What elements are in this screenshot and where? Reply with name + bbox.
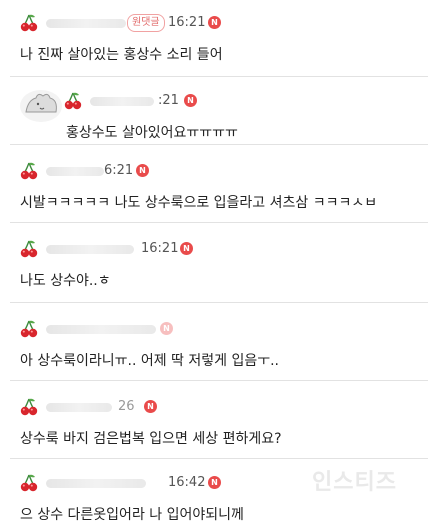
nickname-blurred — [46, 245, 134, 254]
nickname-blurred — [46, 19, 126, 28]
divider — [10, 222, 428, 223]
new-badge-icon: N — [208, 16, 221, 29]
comment-1: 원댓글 16:21 N 나 진짜 살아있는 홍상수 소리 들어 — [10, 4, 428, 64]
comment-time: 16:21 — [141, 241, 179, 256]
comment-meta: 원댓글 16:21 N — [20, 12, 418, 34]
nickname-blurred — [90, 97, 154, 106]
new-badge-icon: N — [144, 400, 157, 413]
comment-2: :21 N 홍상수도 살아있어요ㅠㅠㅠㅠ — [10, 82, 428, 142]
nickname-blurred — [46, 403, 112, 412]
cherry-avatar-icon[interactable] — [20, 162, 38, 180]
comment-time: 16:21 — [168, 15, 206, 30]
comment-5: N 아 상수룩이라니ㅠ.. 어제 딱 저렇게 입음ㅜ.. — [10, 310, 428, 370]
nickname-blurred — [46, 479, 146, 488]
comment-text: 상수룩 바지 검은법복 입으면 세상 편하게요? — [20, 431, 282, 447]
nickname-blurred — [46, 325, 156, 334]
comment-time: 26 — [118, 399, 135, 414]
comment-4: 16:21 N 나도 상수야..ㅎ — [10, 230, 428, 290]
comment-meta: :21 N — [20, 90, 418, 122]
comment-text: 시발ㅋㅋㅋㅋㅋ 나도 상수룩으로 입을라고 셔츠삼 ㅋㅋㅋㅅㅂ — [20, 195, 378, 211]
divider — [10, 76, 428, 77]
new-badge-icon: N — [160, 322, 173, 335]
comment-3: 6:21 N 시발ㅋㅋㅋㅋㅋ 나도 상수룩으로 입을라고 셔츠삼 ㅋㅋㅋㅅㅂ — [10, 152, 428, 212]
cherry-avatar-icon[interactable] — [20, 14, 38, 32]
divider — [10, 144, 428, 145]
cherry-avatar-icon[interactable] — [20, 320, 38, 338]
comment-meta: 26 N — [20, 396, 418, 418]
comment-text: 나도 상수야..ㅎ — [20, 273, 111, 289]
divider — [10, 458, 428, 459]
divider — [10, 302, 428, 303]
comment-text: 으 상수 다른옷입어라 나 입어야되니께 — [20, 507, 244, 523]
comment-time: 16:42 — [168, 475, 206, 490]
comment-meta: 6:21 N — [20, 160, 418, 182]
comment-meta: N — [20, 318, 418, 340]
cherry-avatar-icon[interactable] — [20, 240, 38, 258]
new-badge-icon: N — [136, 164, 149, 177]
watermark: 인스티즈 — [312, 470, 397, 495]
new-badge-icon: N — [208, 476, 221, 489]
cherry-avatar-icon[interactable] — [64, 92, 82, 110]
comment-time: 6:21 — [104, 163, 134, 178]
nickname-blurred — [46, 167, 104, 176]
comment-text: 아 상수룩이라니ㅠ.. 어제 딱 저렇게 입음ㅜ.. — [20, 353, 280, 369]
new-badge-icon: N — [180, 242, 193, 255]
cherry-avatar-icon[interactable] — [20, 474, 38, 492]
comment-text: 나 진짜 살아있는 홍상수 소리 들어 — [20, 47, 223, 63]
cherry-avatar-icon[interactable] — [20, 398, 38, 416]
new-badge-icon: N — [184, 94, 197, 107]
comment-text: 홍상수도 살아있어요ㅠㅠㅠㅠ — [66, 125, 238, 141]
comment-6: 26 N 상수룩 바지 검은법복 입으면 세상 편하게요? — [10, 388, 428, 448]
divider — [10, 380, 428, 381]
comment-meta: 16:21 N — [20, 238, 418, 260]
original-comment-badge: 원댓글 — [127, 14, 165, 32]
user-avatar-icon[interactable] — [18, 86, 64, 124]
comment-time: :21 — [158, 93, 179, 108]
